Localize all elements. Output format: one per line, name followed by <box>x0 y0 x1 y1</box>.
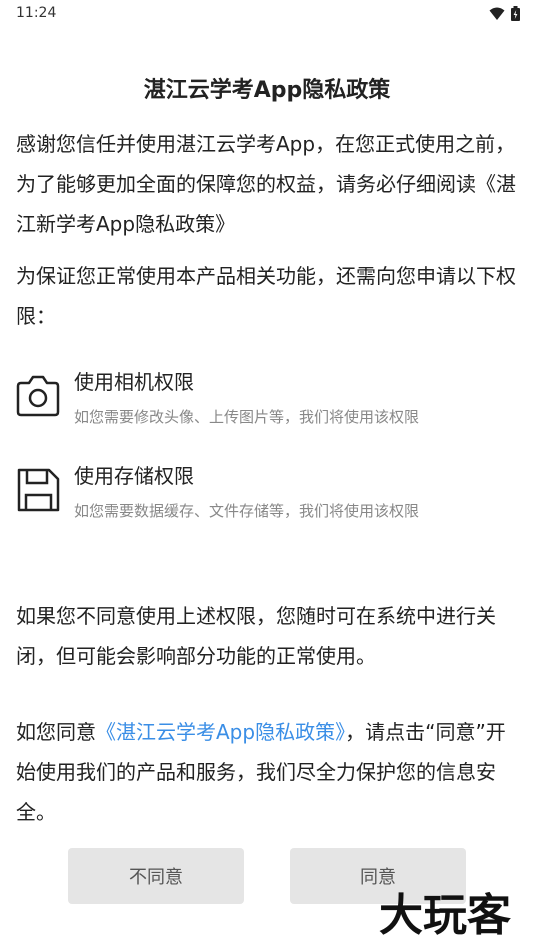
floppy-disk-icon <box>17 468 60 512</box>
wifi-icon <box>489 7 505 20</box>
permission-camera-title: 使用相机权限 <box>74 370 194 394</box>
svg-text:大玩客: 大玩客 <box>379 890 511 941</box>
status-bar: 11:24 <box>0 0 534 30</box>
agree-prefix: 如您同意 <box>16 720 96 744</box>
camera-icon <box>16 375 60 417</box>
permission-storage-desc: 如您需要数据缓存、文件存储等，我们将使用该权限 <box>74 502 420 520</box>
privacy-policy-link[interactable]: 《湛江云学考App隐私政策》 <box>96 720 345 744</box>
disagree-button[interactable]: 不同意 <box>68 848 244 904</box>
status-time: 11:24 <box>16 5 57 21</box>
permission-camera-desc: 如您需要修改头像、上传图片等，我们将使用该权限 <box>74 408 420 426</box>
status-icons <box>489 6 520 21</box>
disagree-note-text: 如果您不同意使用上述权限，您随时可在系统中进行关闭，但可能会影响部分功能的正常使… <box>16 604 496 668</box>
permission-storage-title: 使用存储权限 <box>74 464 194 488</box>
permission-storage: 使用存储权限 如您需要数据缓存、文件存储等，我们将使用该权限 <box>14 456 524 526</box>
agree-note-text: 如您同意《湛江云学考App隐私政策》，请点击“同意”开始使用我们的产品和服务，我… <box>16 712 518 832</box>
permissions-intro-text: 为保证您正常使用本产品相关功能，还需向您申请以下权限： <box>16 264 516 328</box>
permission-camera: 使用相机权限 如您需要修改头像、上传图片等，我们将使用该权限 <box>14 362 524 432</box>
watermark-logo: 大玩客 <box>379 890 511 941</box>
intro-text: 感谢您信任并使用湛江云学考App，在您正式使用之前，为了能够更加全面的保障您的权… <box>16 132 516 236</box>
dialog-title: 湛江云学考App隐私政策 <box>143 78 391 103</box>
battery-icon <box>511 6 520 21</box>
